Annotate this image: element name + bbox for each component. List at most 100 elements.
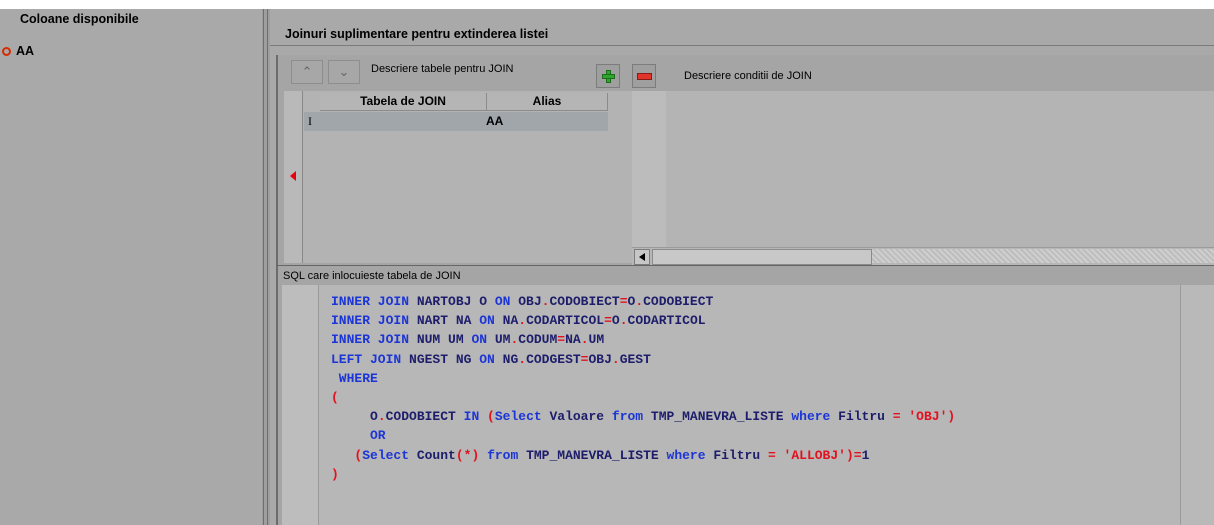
sql-token: CODARTICOL — [627, 313, 706, 329]
sql-token: . — [518, 351, 527, 367]
sql-token: Filtru — [713, 447, 768, 463]
sql-token: where — [791, 409, 839, 425]
grid-header: Tabela de JOIN Alias — [320, 93, 608, 111]
sql-token: OBJ — [518, 294, 542, 309]
sql-token: Select — [494, 409, 550, 425]
join-conditions-label: Descriere conditii de JOIN — [684, 70, 812, 82]
scroll-left-button[interactable] — [634, 249, 650, 265]
sql-token: = — [619, 294, 628, 309]
sql-token: CODOBIECT — [385, 409, 464, 425]
header-separator — [270, 45, 1214, 46]
sql-token: NA — [565, 332, 581, 348]
vertical-splitter[interactable] — [262, 9, 270, 525]
top-strip — [0, 0, 1214, 9]
sql-token: = — [892, 409, 909, 425]
collapse-arrow-icon[interactable] — [290, 171, 296, 181]
chevron-up-icon: ⌃ — [301, 64, 313, 79]
sql-token: ON — [471, 332, 495, 348]
sql-token: )= — [845, 447, 862, 463]
column-header-alias[interactable]: Alias — [487, 93, 608, 111]
add-join-button[interactable] — [596, 64, 620, 88]
sql-token: CODARTICOL — [526, 313, 605, 329]
sql-line: LEFT JOIN NGEST NG ON NG.CODGEST=OBJ.GES… — [331, 350, 955, 369]
scroll-thumb[interactable] — [652, 249, 872, 265]
sql-line: OR — [331, 426, 955, 445]
available-columns-title: Coloane disponibile — [20, 12, 139, 26]
move-up-button[interactable]: ⌃ — [291, 60, 323, 84]
sql-token: . — [635, 294, 644, 309]
minus-icon — [636, 72, 652, 80]
sql-token: OBJ — [588, 351, 612, 367]
sql-line: INNER JOIN NART NA ON NA.CODARTICOL=O.CO… — [331, 311, 955, 330]
sql-token: from — [611, 409, 651, 425]
sql-line: INNER JOIN NUM UM ON UM.CODUM=NA.UM — [331, 330, 955, 349]
cell-alias[interactable]: AA — [486, 112, 604, 131]
sql-token: INNER JOIN — [331, 332, 417, 348]
sql-token: . — [580, 332, 589, 348]
sql-separator — [276, 265, 1214, 266]
sql-token: . — [619, 313, 628, 329]
sql-token: from — [487, 447, 527, 463]
sql-token: ON — [479, 351, 503, 367]
sql-line: O.CODOBIECT IN (Select Valoare from TMP_… — [331, 407, 955, 426]
column-header-table[interactable]: Tabela de JOIN — [320, 93, 487, 111]
plus-icon — [601, 69, 615, 83]
sql-token: NG — [502, 351, 519, 367]
sql-token: NUM UM — [416, 332, 472, 348]
sql-token: NART NA — [416, 313, 480, 329]
sql-token: INNER JOIN — [331, 294, 417, 309]
sql-token: WHERE — [331, 370, 378, 386]
sql-code[interactable]: INNER JOIN NARTOBJ O ON OBJ.CODOBIECT=O.… — [331, 292, 955, 484]
sql-token: = — [604, 313, 612, 329]
sql-token: LEFT JOIN — [331, 351, 410, 367]
conditions-gutter — [632, 91, 666, 247]
table-row[interactable]: I AA — [304, 112, 608, 131]
sql-token: OR — [331, 428, 386, 444]
sql-line: WHERE — [331, 369, 955, 388]
sql-token: Valoare — [549, 409, 612, 425]
sql-token: = — [557, 332, 566, 348]
sql-token: ( — [487, 409, 495, 425]
sql-token: ) — [331, 466, 339, 482]
sql-token: . — [611, 351, 620, 367]
sql-token: O — [331, 409, 378, 425]
triangle-left-icon — [639, 253, 645, 261]
sql-line: (Select Count(*) from TMP_MANEVRA_LISTE … — [331, 446, 955, 465]
sql-token: TMP_MANEVRA_LISTE — [526, 447, 667, 463]
sql-token: Count — [416, 447, 456, 463]
join-conditions-area[interactable] — [666, 91, 1214, 247]
sql-token: ) — [947, 409, 956, 425]
extra-joins-title: Joinuri suplimentare pentru extinderea l… — [285, 27, 549, 41]
sql-token: ON — [479, 313, 503, 329]
sql-line: ( — [331, 388, 955, 407]
sql-token: GEST — [619, 351, 651, 367]
sql-token: INNER JOIN — [331, 313, 417, 329]
sql-token: . — [518, 313, 527, 329]
sql-token: 'ALLOBJ' — [783, 447, 846, 463]
sql-gutter — [282, 285, 319, 525]
sql-right-strip — [1180, 285, 1214, 525]
remove-join-button[interactable] — [632, 64, 656, 88]
scroll-track[interactable] — [872, 249, 1214, 263]
chevron-down-icon: ⌄ — [338, 64, 350, 79]
sql-token: NARTOBJ O — [416, 294, 495, 309]
sql-token: CODOBIECT — [643, 294, 714, 309]
sql-token: where — [666, 447, 714, 463]
column-item[interactable]: AA — [2, 44, 34, 58]
sql-token: Select — [362, 447, 417, 463]
sql-token: 'OBJ' — [908, 409, 948, 425]
sql-line: ) — [331, 465, 955, 484]
cell-table[interactable] — [324, 112, 486, 131]
left-panel — [0, 9, 262, 525]
sql-token: CODOBIECT — [549, 294, 620, 309]
move-down-button[interactable]: ⌄ — [328, 60, 360, 84]
sql-token: IN — [463, 409, 488, 425]
sql-token: CODGEST — [526, 351, 581, 367]
sql-token: UM — [494, 332, 511, 348]
text-cursor-icon: I — [308, 114, 312, 128]
sql-token: (*) — [455, 447, 488, 463]
join-tables-label: Descriere tabele pentru JOIN — [371, 63, 514, 75]
sql-token: O — [611, 313, 620, 329]
sql-token: 1 — [861, 447, 870, 463]
